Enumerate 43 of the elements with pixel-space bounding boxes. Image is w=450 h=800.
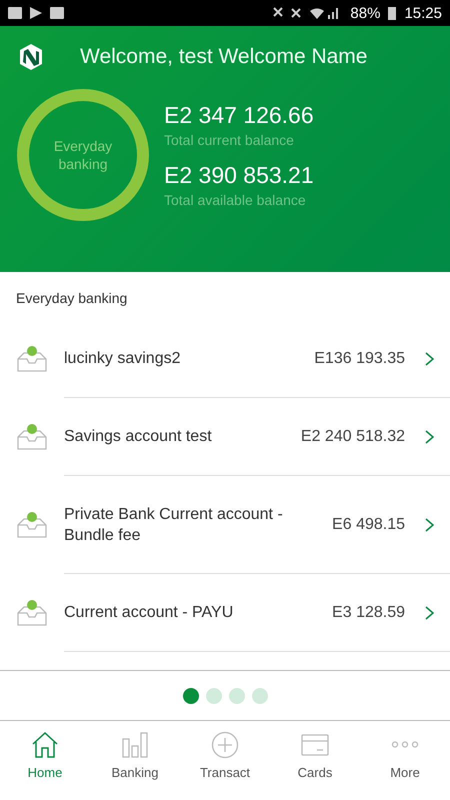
- balance-amount: E2 390 853.21: [164, 162, 314, 189]
- account-row[interactable]: Current account - PAYU E3 128.59: [0, 574, 450, 652]
- account-balance: E136 193.35: [314, 350, 405, 368]
- balance-label: Total current balance: [164, 132, 295, 148]
- account-name: lucinky savings2: [64, 349, 182, 369]
- welcome-title: Welcome, test Welcome Name: [80, 45, 368, 69]
- section-title: Everyday banking: [15, 289, 128, 308]
- inbox-icon: [16, 599, 48, 627]
- plus-circle-icon: [211, 731, 239, 759]
- account-balance: E3 128.59: [332, 604, 405, 622]
- home-icon: [31, 731, 59, 759]
- page-dot[interactable]: [252, 688, 268, 704]
- ring-label: Everyday banking: [52, 137, 114, 173]
- inbox-icon: [16, 511, 48, 539]
- more-icon: [391, 741, 419, 748]
- inbox-icon: [16, 345, 48, 373]
- nav-tab[interactable]: Home: [0, 721, 90, 800]
- account-row[interactable]: lucinky savings2 E136 193.35: [0, 320, 450, 398]
- account-row[interactable]: Private Bank Current account - Bundle fee E6 498.15: [0, 476, 450, 574]
- chevron-right-icon: [425, 518, 434, 532]
- clock: 15:25: [404, 4, 442, 22]
- chevron-right-icon: [425, 606, 434, 620]
- battery-level: 88%: [350, 4, 380, 22]
- page-dot[interactable]: [206, 688, 222, 704]
- nav-tab[interactable]: Cards: [270, 721, 360, 800]
- account-balance: E6 498.15: [332, 516, 405, 534]
- balance-amount: E2 347 126.66: [164, 102, 314, 129]
- nav-tab[interactable]: Transact: [180, 721, 270, 800]
- page-dot[interactable]: [228, 688, 244, 704]
- account-balance: E2 240 518.32: [300, 428, 405, 446]
- inbox-icon: [16, 423, 48, 451]
- page-dot[interactable]: [182, 688, 198, 704]
- nav-tab[interactable]: Banking: [90, 721, 180, 800]
- account-row[interactable]: Savings account test E2 240 518.32: [0, 398, 450, 476]
- nav-tab[interactable]: More: [360, 721, 450, 800]
- bar-chart-icon: [121, 731, 149, 759]
- chevron-right-icon: [425, 430, 434, 444]
- chevron-right-icon: [425, 352, 434, 366]
- account-name: Current account - PAYU: [64, 603, 234, 623]
- battery-icon: [388, 6, 396, 20]
- balance-label: Total available balance: [164, 192, 307, 208]
- account-name: Savings account test: [64, 427, 213, 447]
- account-name: Private Bank Current account - Bundle fee: [64, 504, 284, 546]
